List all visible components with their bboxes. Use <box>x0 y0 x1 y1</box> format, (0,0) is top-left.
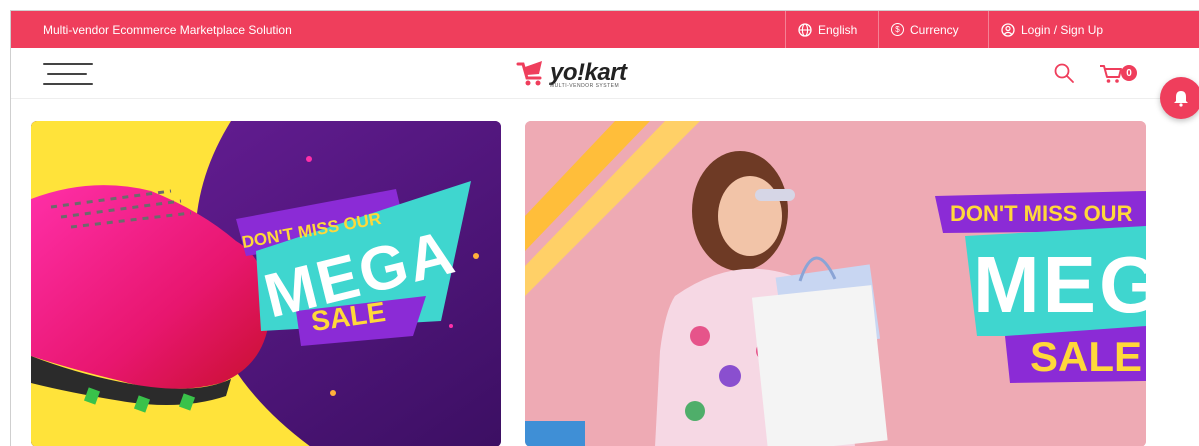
cart-logo-icon <box>516 61 542 86</box>
currency-selector[interactable]: $ Currency <box>878 11 971 48</box>
login-signup-link[interactable]: Login / Sign Up <box>988 11 1115 48</box>
user-icon <box>1001 22 1015 37</box>
cart-button[interactable]: 0 <box>1099 63 1143 85</box>
search-icon[interactable] <box>1053 62 1075 84</box>
currency-icon: $ <box>891 23 904 36</box>
cart-count-badge: 0 <box>1121 65 1137 81</box>
language-selector[interactable]: English <box>785 11 869 48</box>
promo-banner-1[interactable]: DON'T MISS OUR MEGA SALE <box>31 121 501 446</box>
banner-2-line2: MEG <box>973 240 1146 329</box>
promo-banner-2[interactable]: DON'T MISS OUR MEG SALE <box>525 121 1146 446</box>
site-logo[interactable]: yo!kart MULTI-VENDOR SYSTEM <box>516 55 636 91</box>
banner-2-line3: SALE <box>1030 333 1143 380</box>
top-bar: Multi-vendor Ecommerce Marketplace Solut… <box>11 11 1199 48</box>
bell-icon <box>1174 91 1188 107</box>
notification-button[interactable] <box>1160 77 1199 119</box>
main-header: yo!kart MULTI-VENDOR SYSTEM 0 <box>11 48 1199 99</box>
page-frame: Multi-vendor Ecommerce Marketplace Solut… <box>10 10 1199 446</box>
banner-2-line1: DON'T MISS OUR <box>950 201 1133 226</box>
menu-icon[interactable] <box>43 60 93 88</box>
logo-subtext: MULTI-VENDOR SYSTEM <box>550 83 620 89</box>
language-label: English <box>818 22 858 37</box>
login-label: Login / Sign Up <box>1021 22 1104 37</box>
currency-label: Currency <box>910 22 959 37</box>
globe-icon <box>798 22 812 37</box>
tagline: Multi-vendor Ecommerce Marketplace Solut… <box>43 23 292 37</box>
